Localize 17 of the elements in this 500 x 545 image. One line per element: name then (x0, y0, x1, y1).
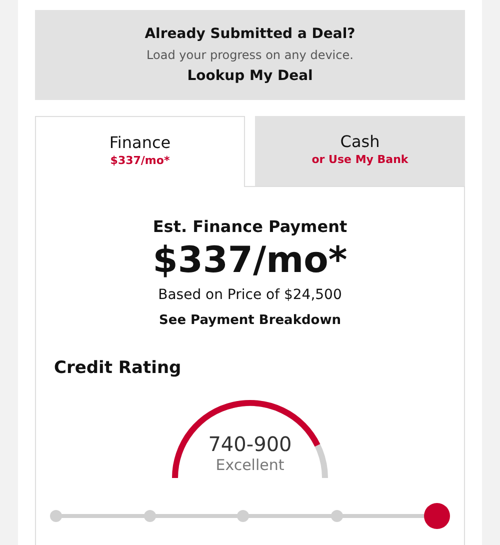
credit-range: 740-900 (208, 432, 292, 456)
breakdown-link[interactable]: See Payment Breakdown (159, 313, 341, 328)
slider-stop[interactable] (424, 503, 450, 529)
payment-amount: $337/mo* (152, 240, 348, 281)
payment-tab[interactable]: Finance $337/mo* (35, 116, 245, 187)
lookup-title: Already Submitted a Deal? (144, 26, 356, 42)
credit-heading: Credit Rating (54, 358, 182, 378)
slider-stop[interactable] (330, 510, 342, 522)
slider-stop[interactable] (237, 510, 249, 522)
slider-stop[interactable] (144, 510, 156, 522)
payment-tab[interactable]: Cash or Use My Bank (255, 116, 465, 186)
lookup-link[interactable]: Lookup My Deal (187, 68, 313, 84)
slider-stop[interactable] (50, 510, 62, 522)
payment-heading: Est. Finance Payment (152, 217, 348, 236)
credit-rating: Excellent (216, 456, 284, 474)
lookup-subtitle: Load your progress on any device. (146, 48, 354, 62)
price-basis: Based on Price of $24,500 (158, 287, 342, 303)
